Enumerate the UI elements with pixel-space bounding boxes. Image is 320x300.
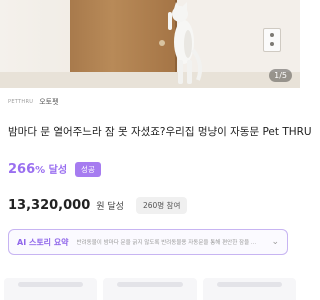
floor-illustration — [0, 72, 300, 88]
card-placeholder-line — [216, 282, 282, 287]
ai-story-summary-box[interactable]: AI 스토리 요약 반려동물이 밤마다 문을 긁지 않도록 반려동물용 자동문을… — [8, 229, 288, 255]
related-card[interactable] — [4, 278, 98, 300]
funding-amount-suffix: 원 달성 — [96, 201, 124, 212]
brand-logo: PETTHRU — [8, 99, 34, 105]
ai-summary-label: AI 스토리 요약 — [17, 237, 69, 247]
rate-suffix: % 달성 — [35, 165, 68, 176]
cat-illustration — [168, 2, 203, 84]
creator-row[interactable]: PETTHRU 오토펫 — [8, 96, 59, 108]
creator-name[interactable]: 오토펫 — [39, 97, 58, 107]
participants-badge: 260명 참여 — [135, 196, 188, 214]
project-hero-image[interactable]: 1/5 — [0, 0, 300, 88]
related-card[interactable] — [202, 278, 296, 300]
status-badge: 성공 — [75, 161, 101, 177]
image-counter: 1/5 — [269, 69, 292, 82]
rate-number: 266 — [8, 162, 36, 177]
funding-amount-row: 13,320,000 원 달성 260명 참여 — [8, 196, 188, 214]
ai-summary-text: 반려동물이 밤마다 문을 긁지 않도록 반려동물용 자동문을 통해 편안한 잠을… — [76, 240, 257, 246]
funding-rate-value: 266% 달성 — [8, 161, 67, 177]
related-cards-row — [0, 278, 300, 300]
funding-rate-row: 266% 달성 성공 — [8, 161, 101, 177]
power-outlet-illustration — [263, 28, 281, 52]
funding-amount: 13,320,000 — [8, 197, 91, 213]
card-placeholder-line — [18, 282, 84, 287]
related-card[interactable] — [103, 278, 197, 300]
chevron-down-icon[interactable]: ⌄ — [271, 237, 279, 247]
card-placeholder-line — [117, 282, 183, 287]
project-title: 밤마다 문 열어주느라 잠 못 자셨죠?우리집 멍냥이 자동문 Pet THRU — [8, 126, 312, 138]
